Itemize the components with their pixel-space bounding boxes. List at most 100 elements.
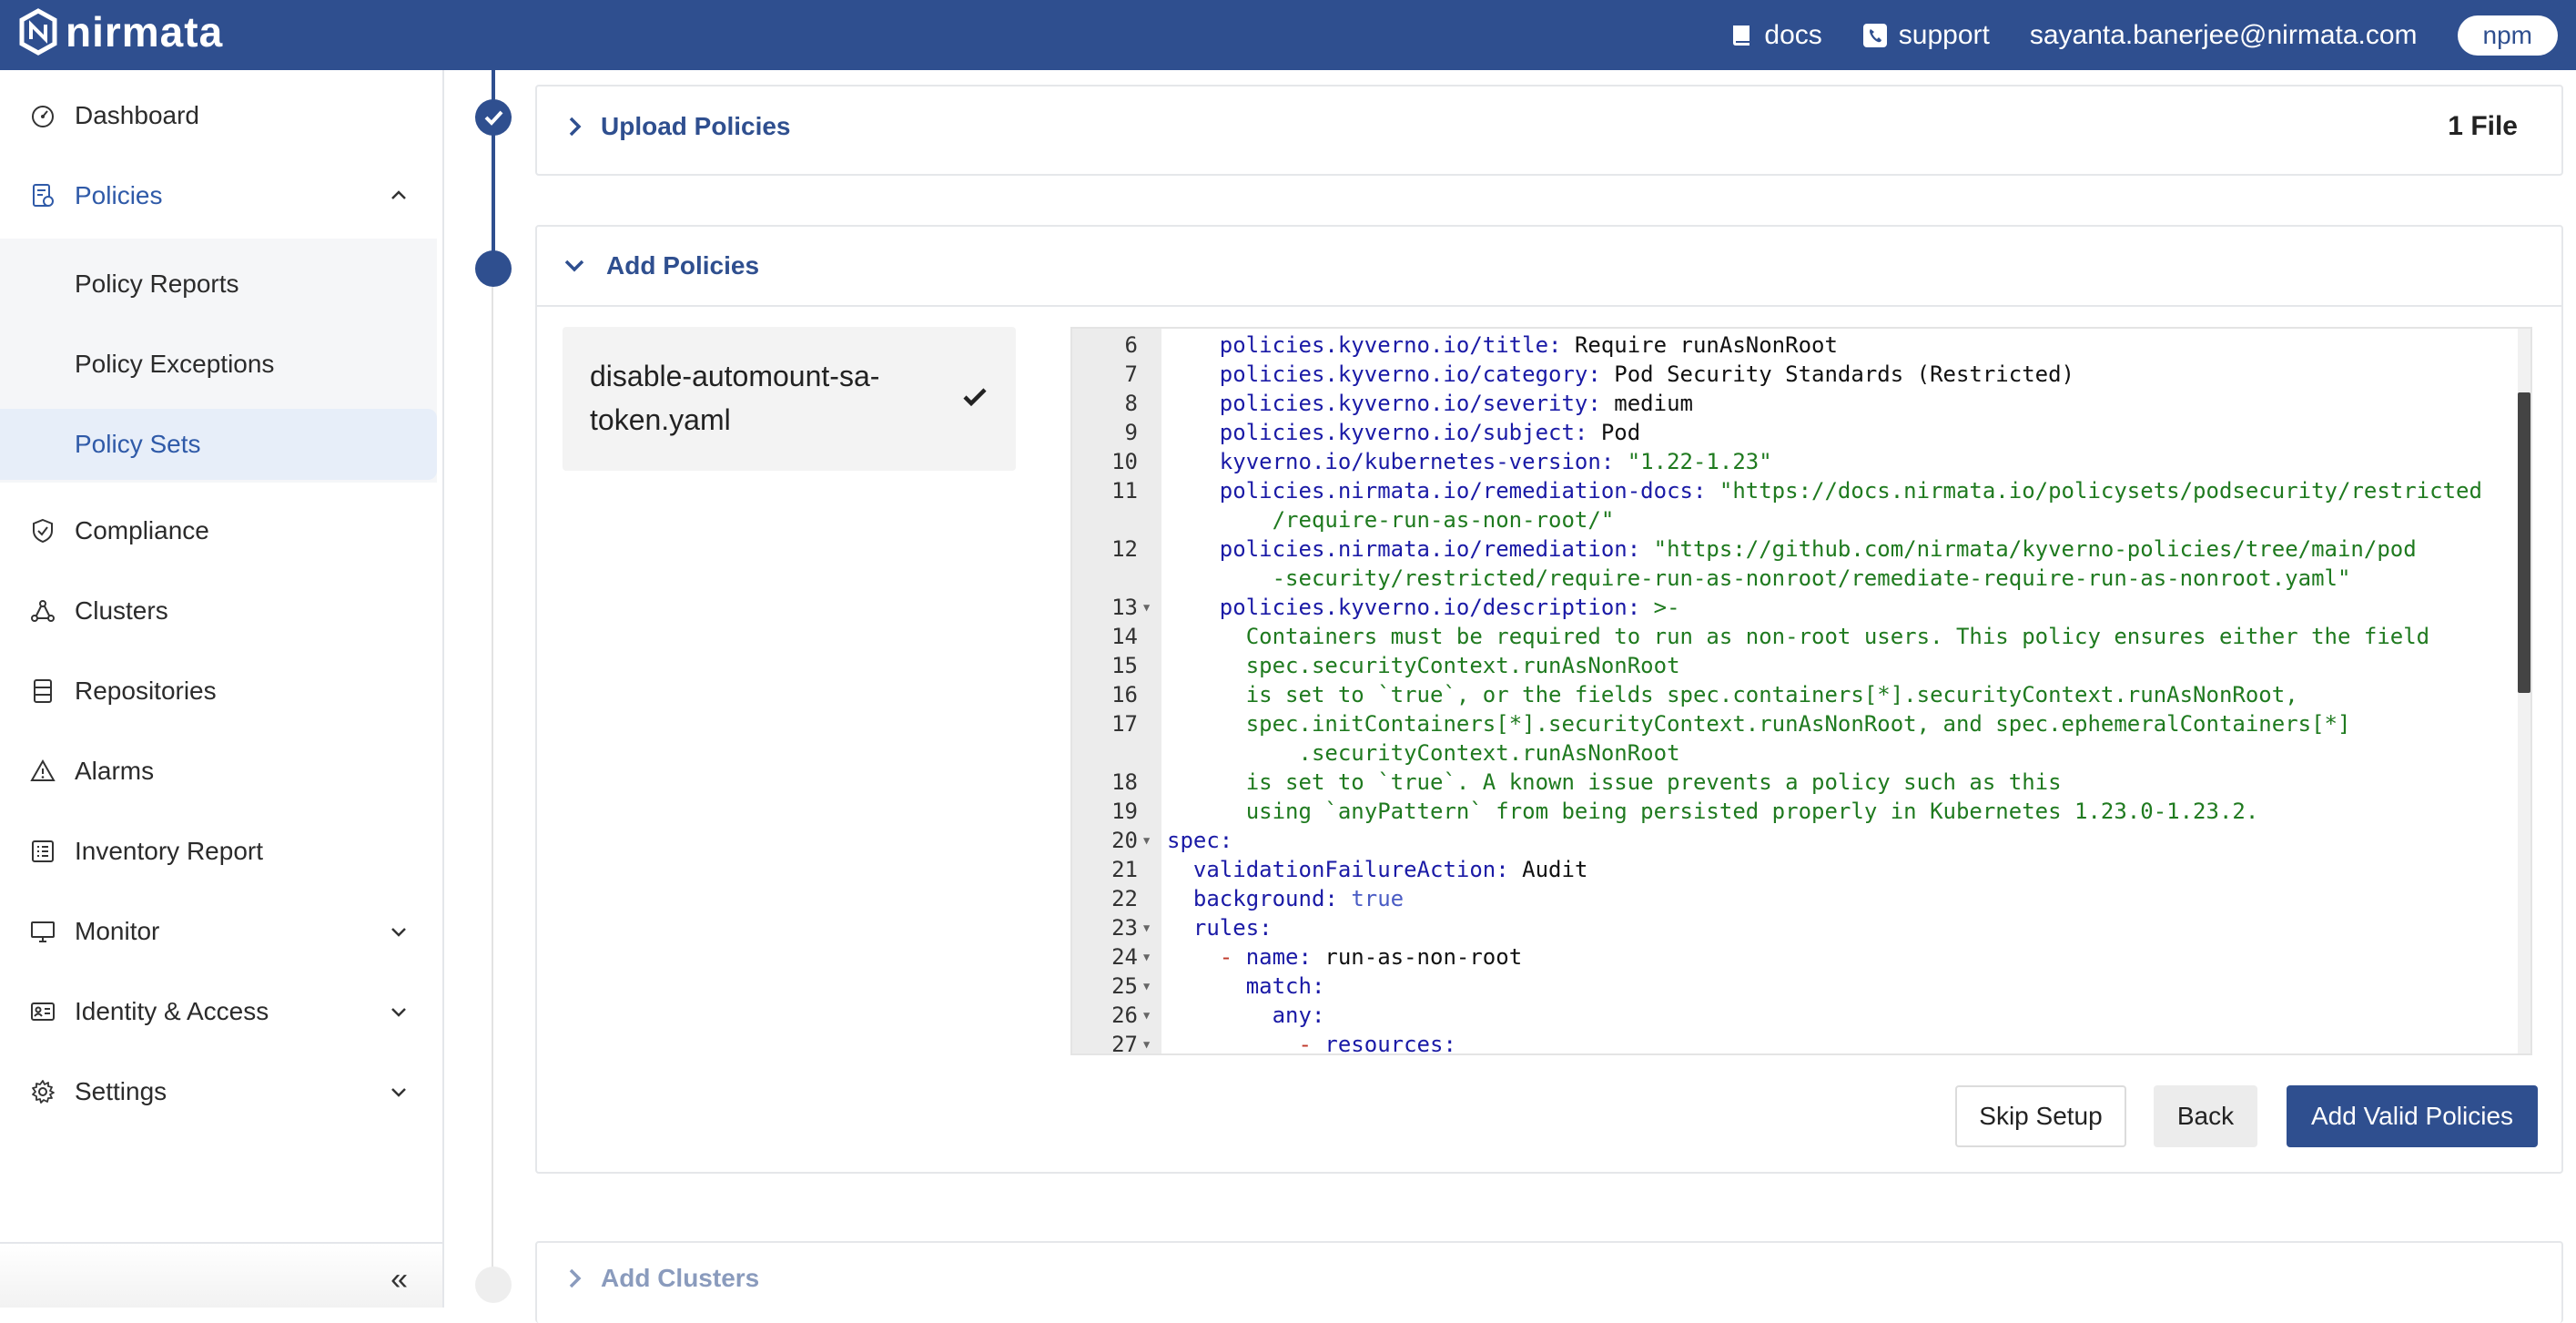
user-menu[interactable]: sayanta.banerjee@nirmata.com [2030,20,2418,51]
collapse-sidebar-button[interactable]: « [390,1262,408,1298]
line-number: 27 [1111,1032,1138,1055]
code-line: 11 policies.nirmata.io/remediation-docs:… [1072,476,2510,505]
code-line: 25 ▼ match: [1072,972,2510,1001]
sidebar-label-monitor: Monitor [75,917,160,945]
line-number: 11 [1111,478,1138,504]
skip-setup-button[interactable]: Skip Setup [1955,1085,2126,1147]
line-number: 12 [1111,536,1138,562]
code-line: 15 spec.securityContext.runAsNonRoot [1072,651,2510,680]
shield-check-icon [33,518,53,544]
fold-arrow-icon[interactable]: ▼ [1143,593,1150,622]
check-icon [484,110,503,126]
chevron-down-icon [391,928,406,937]
step-upload-indicator [475,99,512,136]
sidebar-label-inventory-report: Inventory Report [75,837,263,865]
code-text: background: true [1192,886,1405,911]
code-line: 16 is set to `true`, or the fields spec.… [1072,680,2510,709]
add-policies-panel: Add Policies disable-automount-sa-token.… [535,225,2563,1174]
line-number: 13 [1111,595,1138,620]
add-policies-title: Add Policies [606,251,760,280]
code-text: /require-run-as-non-root/" [1272,507,1615,533]
top-bar: nirmata docs support sayanta.banerjee@ni… [0,0,2576,70]
sidebar-item-compliance[interactable]: Compliance [0,493,437,569]
sidebar-item-policy-sets[interactable]: Policy Sets [0,409,437,480]
monitor-icon [31,921,55,942]
code-line: 26 ▼ any: [1072,1001,2510,1030]
code-line: 9 policies.kyverno.io/subject: Pod [1072,418,2510,447]
logo-text: nirmata [66,8,224,56]
code-text: policies.kyverno.io/category: Pod Securi… [1219,361,2075,387]
sidebar-item-alarms[interactable]: Alarms [0,733,437,809]
editor-scrollbar-thumb[interactable] [2518,392,2530,693]
phone-icon [1862,23,1887,47]
sidebar-item-policies[interactable]: Policies [0,158,437,234]
code-line: -security/restricted/require-run-as-nonr… [1072,564,2510,593]
fold-arrow-icon[interactable]: ▼ [1143,1001,1150,1030]
code-line: 13 ▼ policies.kyverno.io/description: >- [1072,593,2510,622]
sidebar-label-policy-reports: Policy Reports [75,270,239,298]
line-number: 17 [1111,711,1138,737]
docs-link[interactable]: docs [1729,20,1822,51]
fold-arrow-icon[interactable]: ▼ [1143,826,1150,855]
policy-file-item[interactable]: disable-automount-sa-token.yaml [563,327,1016,471]
line-number: 14 [1111,624,1138,649]
code-text: policies.kyverno.io/title: Require runAs… [1219,332,1838,358]
code-line: 20 ▼ spec: [1072,826,2510,855]
code-line: 22 background: true [1072,884,2510,913]
sidebar-item-dashboard[interactable]: Dashboard [0,77,437,154]
list-icon [32,840,54,862]
step-clusters-indicator [475,1267,512,1303]
line-number: 9 [1124,420,1138,445]
chevron-right-icon [569,1268,582,1288]
fold-arrow-icon[interactable]: ▼ [1143,942,1150,972]
support-link[interactable]: support [1862,20,1990,51]
code-line: 19 using `anyPattern` from being persist… [1072,797,2510,826]
fold-arrow-icon[interactable]: ▼ [1143,972,1150,1001]
sidebar-item-policy-exceptions[interactable]: Policy Exceptions [0,329,437,400]
code-line: /require-run-as-non-root/" [1072,505,2510,534]
add-policies-header[interactable]: Add Policies [537,227,2561,307]
fold-arrow-icon[interactable]: ▼ [1143,1030,1150,1053]
code-text: using `anyPattern` from being persisted … [1245,799,2259,824]
line-number: 24 [1111,944,1138,970]
sidebar-item-settings[interactable]: Settings [0,1053,437,1130]
sidebar-item-repositories[interactable]: Repositories [0,653,437,729]
add-clusters-panel: Add Clusters [535,1241,2563,1323]
line-number: 21 [1111,857,1138,882]
nirmata-logo[interactable]: nirmata [18,7,223,56]
code-text: -security/restricted/require-run-as-nonr… [1272,565,2351,591]
sidebar-label-compliance: Compliance [75,516,209,544]
sidebar-item-policy-reports[interactable]: Policy Reports [0,249,437,320]
sidebar-item-clusters[interactable]: Clusters [0,573,437,649]
add-clusters-header[interactable]: Add Clusters [537,1243,2561,1314]
line-number: 8 [1124,391,1138,416]
line-number: 18 [1111,769,1138,795]
code-line: 7 policies.kyverno.io/category: Pod Secu… [1072,360,2510,389]
add-valid-policies-button[interactable]: Add Valid Policies [2287,1085,2538,1147]
line-number: 20 [1111,828,1138,853]
sidebar-item-monitor[interactable]: Monitor [0,893,437,970]
sidebar-item-inventory-report[interactable]: Inventory Report [0,813,437,890]
back-button[interactable]: Back [2154,1085,2257,1147]
upload-policies-header[interactable]: Upload Policies 1 File [537,87,2561,167]
sidebar-label-policies: Policies [75,181,163,209]
upload-policies-panel: Upload Policies 1 File [535,85,2563,176]
fold-arrow-icon[interactable]: ▼ [1143,913,1150,942]
code-text: spec.initContainers[*].securityContext.r… [1245,711,2351,737]
code-text: match: [1245,973,1325,999]
code-line: .securityContext.runAsNonRoot [1072,738,2510,768]
policy-icon [33,184,54,207]
warning-icon [30,758,56,781]
line-number: 26 [1111,1002,1138,1028]
code-line: 17 spec.initContainers[*].securityContex… [1072,709,2510,738]
policy-code-editor[interactable]: 6 policies.kyverno.io/title: Require run… [1070,327,2532,1055]
sidebar-label-dashboard: Dashboard [75,101,199,129]
code-line: 24 ▼ - name: run-as-non-root [1072,942,2510,972]
clusters-icon [31,600,55,622]
sidebar-footer: « [0,1242,442,1308]
code-line: 14 Containers must be required to run as… [1072,622,2510,651]
npm-badge[interactable]: npm [2457,15,2558,56]
code-text: policies.kyverno.io/description: >- [1219,595,1680,620]
user-email: sayanta.banerjee@nirmata.com [2029,19,2418,50]
sidebar-item-identity-access[interactable]: Identity & Access [0,973,437,1050]
